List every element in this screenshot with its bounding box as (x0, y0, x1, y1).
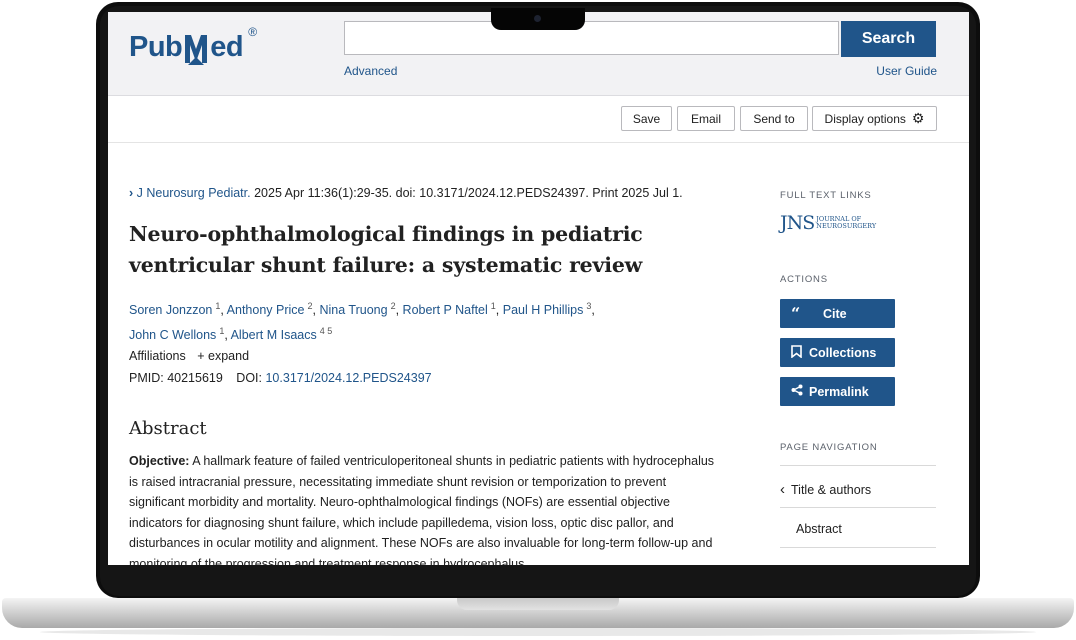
nav-divider (780, 547, 936, 548)
logo-text-left: Pub (129, 30, 183, 63)
advanced-search-link[interactable]: Advanced (344, 64, 397, 78)
author-link[interactable]: Robert P Naftel (403, 303, 488, 317)
nav-divider (780, 507, 936, 508)
jns-full-text-link[interactable]: JNS JOURNAL OF NEUROSURGERY (780, 212, 876, 234)
author-link[interactable]: John C Wellons (129, 328, 216, 342)
gear-icon: ⚙ (911, 110, 925, 126)
actions-label: ACTIONS (780, 274, 828, 285)
abstract-body: A hallmark feature of failed ventriculop… (129, 454, 715, 565)
camera-icon (534, 15, 541, 22)
permalink-label: Permalink (809, 384, 869, 399)
affiliation-ref[interactable]: 4 5 (320, 326, 333, 336)
logo-text-right: ed (210, 30, 244, 63)
nav-divider (780, 465, 936, 466)
quote-icon: “ (791, 304, 801, 323)
nav-item-abstract[interactable]: Abstract (796, 522, 842, 536)
display-options-button[interactable]: Display options ⚙ (812, 106, 937, 131)
author-list: Soren Jonzzon 1, Anthony Price 2, Nina Tru… (129, 301, 595, 343)
author-link[interactable]: Paul H Phillips (503, 303, 584, 317)
journal-citation: › J Neurosurg Pediatr. 2025 Apr 11:36(1)… (129, 186, 683, 200)
display-options-label: Display options (824, 111, 906, 126)
collections-button[interactable]: Collections (780, 338, 895, 367)
journal-name-link[interactable]: J Neurosurg Pediatr. (137, 186, 251, 200)
pmid: PMID: 40215619 (129, 371, 223, 385)
collections-label: Collections (809, 345, 877, 360)
chevron-left-icon: ‹ (780, 481, 785, 498)
affiliations-label: Affiliations (129, 349, 186, 363)
doi-link[interactable]: 10.3171/2024.12.PEDS24397 (265, 371, 431, 385)
page-navigation-label: PAGE NAVIGATION (780, 442, 878, 453)
nav-item-label: Title & authors (791, 483, 872, 497)
author-link[interactable]: Anthony Price (227, 303, 305, 317)
abstract-heading: Abstract (129, 418, 207, 439)
search-input[interactable] (344, 21, 839, 55)
jns-line-2: NEUROSURGERY (816, 222, 877, 230)
jns-logo-mark: JNS (780, 212, 815, 234)
search-button[interactable]: Search (841, 21, 936, 57)
objective-label: Objective: (129, 454, 190, 468)
logo-m-icon (183, 27, 209, 67)
article-title: Neuro-ophthalmological findings in pedia… (129, 222, 643, 277)
email-button[interactable]: Email (677, 106, 735, 131)
full-text-links-label: FULL TEXT LINKS (780, 190, 872, 201)
cite-label: Cite (823, 306, 847, 321)
registered-icon: ® (248, 25, 258, 39)
nav-item-title-authors[interactable]: ‹ Title & authors (780, 481, 871, 498)
citation-details: 2025 Apr 11:36(1):29-35. doi: 10.3171/20… (250, 186, 683, 200)
laptop-shadow (40, 628, 1036, 636)
laptop-base-notch (457, 598, 619, 610)
author-link[interactable]: Soren Jonzzon (129, 303, 212, 317)
author-link[interactable]: Nina Truong (319, 303, 387, 317)
user-guide-link[interactable]: User Guide (876, 64, 937, 78)
jns-logo-text: JOURNAL OF NEUROSURGERY (816, 216, 876, 230)
save-button[interactable]: Save (621, 106, 672, 131)
permalink-button[interactable]: Permalink (780, 377, 895, 406)
abstract-text: Objective: A hallmark feature of failed … (129, 451, 725, 565)
cite-button[interactable]: “ Cite (780, 299, 895, 328)
chevron-right-icon: › (129, 186, 134, 200)
author-link[interactable]: Albert M Isaacs (231, 328, 317, 342)
doi-label: DOI: (236, 371, 262, 385)
share-icon (791, 384, 809, 399)
browser-screen: Pub ed ® Search Advanced User Guide Save… (108, 12, 969, 565)
article-toolbar: Save Email Send to Display options ⚙ (108, 96, 969, 143)
expand-affiliations-button[interactable]: + expand (197, 349, 249, 363)
pubmed-logo[interactable]: Pub ed ® (129, 25, 257, 69)
identifiers-row: PMID: 40215619 DOI: 10.3171/2024.12.PEDS… (129, 371, 432, 385)
affiliations-row: Affiliations + expand (129, 349, 249, 363)
send-to-button[interactable]: Send to (740, 106, 808, 131)
bookmark-icon (791, 344, 809, 361)
